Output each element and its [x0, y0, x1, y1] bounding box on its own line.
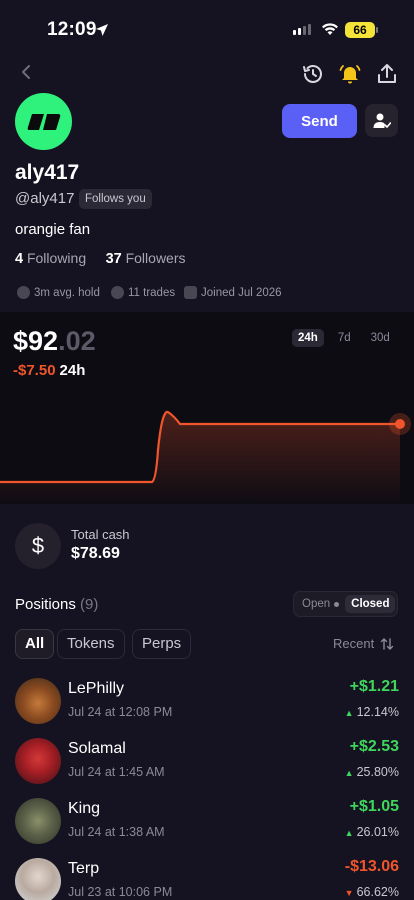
- followers-link[interactable]: 37 Followers: [105, 250, 186, 267]
- sort-control[interactable]: Recent: [333, 636, 394, 651]
- token-avatar-terp: [15, 858, 61, 900]
- position-pct: ▲ 26.01%: [345, 825, 399, 839]
- range-tab-24h[interactable]: 24h: [292, 329, 324, 347]
- range-tab-7d[interactable]: 7d: [332, 329, 357, 347]
- position-row[interactable]: Terp Jul 23 at 10:06 PM -$13.06 ▼ 66.62%: [0, 858, 414, 900]
- portfolio-value: $92.02: [13, 326, 96, 357]
- filter-all[interactable]: All: [15, 629, 55, 659]
- toggle-closed[interactable]: Closed: [345, 595, 396, 613]
- total-cash-value: $78.69: [71, 545, 120, 562]
- sort-label: Recent: [333, 636, 375, 651]
- change-period: 24h: [59, 362, 86, 379]
- total-cash-label: Total cash: [71, 527, 130, 542]
- position-pct-value: 25.80%: [356, 765, 399, 779]
- positions-title-text: Positions: [15, 596, 76, 613]
- position-pct-value: 66.62%: [356, 885, 399, 899]
- position-pct-value: 12.14%: [356, 705, 399, 719]
- user-bio: orangie fan: [15, 221, 91, 238]
- calendar-icon: [184, 286, 197, 299]
- positions-count: (9): [80, 596, 99, 613]
- filter-perps[interactable]: Perps: [132, 629, 192, 659]
- position-date: Jul 24 at 12:08 PM: [68, 705, 173, 719]
- profile-avatar: [15, 93, 72, 150]
- follow-user-button[interactable]: [365, 104, 398, 137]
- bell-icon[interactable]: [338, 62, 362, 86]
- position-pnl: +$1.05: [349, 798, 399, 815]
- range-tab-30d[interactable]: 30d: [365, 329, 396, 347]
- trades-text: 11 trades: [128, 286, 176, 299]
- sort-arrows-icon: [381, 637, 394, 650]
- clock-icon: [17, 286, 30, 299]
- position-row[interactable]: LePhilly Jul 24 at 12:08 PM +$1.21 ▲ 12.1…: [0, 678, 414, 738]
- positions-title: Positions (9): [15, 596, 98, 613]
- avg-hold-stat: 3m avg. hold: [17, 286, 100, 299]
- portfolio-value-main: $92: [13, 326, 59, 356]
- battery-cap: [376, 27, 378, 33]
- chart-endpoint-dot: [395, 419, 405, 429]
- token-avatar-king: [15, 798, 61, 844]
- triangle-down-icon: ▼: [344, 888, 354, 898]
- share-icon[interactable]: [375, 62, 399, 86]
- joined-stat: Joined Jul 2026: [184, 286, 282, 299]
- position-row[interactable]: King Jul 24 at 1:38 AM +$1.05 ▲ 26.01%: [0, 798, 414, 858]
- position-pct: ▼ 66.62%: [345, 885, 399, 899]
- portfolio-change: -$7.50 24h: [13, 362, 85, 379]
- follows-you-badge: Follows you: [79, 189, 152, 209]
- history-icon[interactable]: [301, 62, 325, 86]
- change-value: -$7.50: [13, 362, 56, 379]
- app-logo-icon: [27, 113, 60, 130]
- position-name: LePhilly: [68, 680, 125, 697]
- position-date: Jul 23 at 10:06 PM: [68, 885, 173, 899]
- followers-count: 37: [105, 251, 122, 267]
- joined-text: Joined Jul 2026: [201, 286, 282, 299]
- range-tabs: 24h 7d 30d: [292, 329, 396, 347]
- token-avatar-solamal: [15, 738, 61, 784]
- open-closed-toggle: Open Closed: [293, 591, 398, 617]
- toggle-open[interactable]: Open: [296, 595, 345, 613]
- following-count: 4: [15, 251, 24, 267]
- avg-hold-text: 3m avg. hold: [34, 286, 100, 299]
- location-arrow-icon: [96, 24, 108, 36]
- position-name: Terp: [68, 860, 100, 877]
- following-link[interactable]: 4 Following: [15, 250, 87, 267]
- following-label: Following: [26, 250, 87, 266]
- position-pct-value: 26.01%: [356, 825, 399, 839]
- triangle-up-icon: ▲: [344, 828, 354, 838]
- position-pct: ▲ 12.14%: [345, 705, 399, 719]
- wifi-icon: [322, 23, 338, 35]
- position-date: Jul 24 at 1:38 AM: [68, 825, 165, 839]
- position-pct: ▲ 25.80%: [345, 765, 399, 779]
- filter-tokens[interactable]: Tokens: [57, 629, 125, 659]
- position-name: King: [68, 800, 101, 817]
- toggle-open-label: Open: [302, 598, 331, 610]
- user-check-icon: [373, 113, 391, 128]
- send-button[interactable]: Send: [282, 104, 357, 138]
- dot-icon: [334, 601, 340, 607]
- status-time: 12:09: [47, 19, 97, 40]
- chart-area-fill: [0, 411, 400, 504]
- battery-indicator: 66: [345, 22, 375, 38]
- position-pnl: +$1.21: [349, 678, 399, 695]
- position-pnl: -$13.06: [344, 858, 399, 875]
- followers-label: Followers: [125, 250, 186, 266]
- back-chevron-icon[interactable]: [16, 62, 36, 82]
- triangle-up-icon: ▲: [344, 708, 354, 718]
- trades-stat: 11 trades: [111, 286, 175, 299]
- dollar-icon: $: [15, 523, 61, 569]
- token-avatar-lephilly: [15, 678, 61, 724]
- position-pnl: +$2.53: [349, 738, 399, 755]
- triangle-up-icon: ▲: [344, 768, 354, 778]
- portfolio-line-chart[interactable]: [0, 380, 414, 504]
- cell-signal-icon: [293, 24, 311, 35]
- follow-counts: 4 Following 37 Followers: [15, 250, 186, 267]
- position-row[interactable]: Solamal Jul 24 at 1:45 AM +$2.53 ▲ 25.80%: [0, 738, 414, 798]
- trades-icon: [111, 286, 124, 299]
- user-handle: @aly417: [15, 190, 75, 207]
- position-date: Jul 24 at 1:45 AM: [68, 765, 165, 779]
- username: aly417: [15, 161, 80, 184]
- position-name: Solamal: [68, 740, 126, 757]
- portfolio-value-cents: .02: [58, 326, 96, 356]
